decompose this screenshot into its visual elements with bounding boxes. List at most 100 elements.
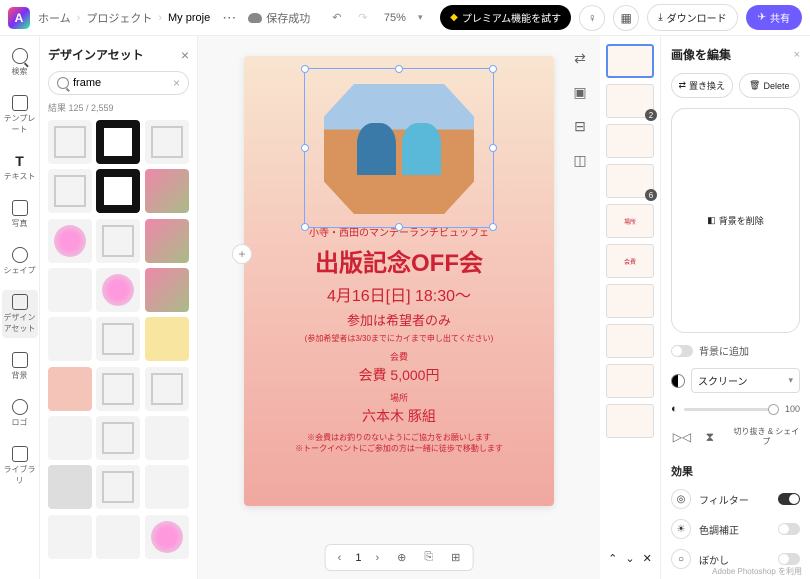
asset-item[interactable] [96,120,140,164]
resize-handle[interactable] [301,144,309,152]
footer-text[interactable]: ※会費はお釣りのないようにご協力をお願いします※トークイベントにご参加の方は一緒… [259,432,539,454]
flip-h-button[interactable]: ▷◁ [671,425,693,449]
addbg-toggle[interactable] [671,345,693,357]
thumb-10[interactable] [606,404,654,438]
asset-item[interactable] [145,515,189,559]
asset-item[interactable] [145,169,189,213]
title-text[interactable]: 出版記念OFF会 [259,243,539,278]
filter-toggle[interactable] [778,493,800,505]
thumb-5[interactable]: 場所 [606,204,654,238]
thumb-1[interactable] [606,44,654,78]
resize-handle[interactable] [489,65,497,73]
resize-handle[interactable] [489,144,497,152]
canvas-area[interactable]: + 小寺・西田のマンデーランチビュッフェ 出版記念OFF会 4月16日[日] 1… [198,36,600,579]
place-text[interactable]: 六本木 豚組 [259,406,539,426]
asset-item[interactable] [145,120,189,164]
asset-item[interactable] [96,515,140,559]
search-input[interactable] [73,77,169,89]
more-menu[interactable]: ⋯ [218,9,240,26]
asset-item[interactable] [48,367,92,411]
opacity-slider[interactable] [684,408,779,411]
resize-handle[interactable] [395,65,403,73]
rail-photo[interactable]: 写真 [0,196,39,233]
remove-bg-button[interactable]: ◧背景を削除 [671,108,800,333]
clear-search[interactable]: × [173,76,180,90]
fee-text[interactable]: 会費 5,000円 [259,365,539,385]
asset-item[interactable] [96,268,140,312]
crop-tool[interactable]: ▣ [568,80,592,104]
resize-handle[interactable] [395,223,403,231]
rail-template[interactable]: テンプレート [0,91,39,139]
resize-handle[interactable] [301,65,309,73]
asset-item[interactable] [96,465,140,509]
crumb-home[interactable]: ホーム [38,10,71,26]
delete-button[interactable]: 🗑Delete [739,73,801,98]
rail-bg[interactable]: 背景 [0,348,39,385]
asset-item[interactable] [96,317,140,361]
asset-item[interactable] [48,268,92,312]
next-page[interactable]: › [371,550,383,566]
design-page[interactable]: + 小寺・西田のマンデーランチビュッフェ 出版記念OFF会 4月16日[日] 1… [244,56,554,506]
rail-search[interactable]: 検索 [0,44,39,81]
zoom-chevron-icon[interactable]: ▾ [418,12,423,23]
asset-item[interactable] [48,317,92,361]
app-logo[interactable]: A [8,7,30,29]
hero-photo[interactable] [324,84,474,214]
place-label[interactable]: 場所 [259,391,539,404]
asset-item[interactable] [48,120,92,164]
thumb-7[interactable] [606,284,654,318]
thumb-4[interactable]: 6 [606,164,654,198]
resize-handle[interactable] [301,223,309,231]
tone-toggle[interactable] [778,523,800,535]
resize-handle[interactable] [489,223,497,231]
add-page[interactable]: ⊕ [393,549,410,566]
asset-search[interactable]: × [48,71,189,95]
thumb-9[interactable] [606,364,654,398]
redo-button[interactable]: ↷ [354,9,372,27]
asset-item[interactable] [145,317,189,361]
thumb-2[interactable]: 2 [606,84,654,118]
asset-item[interactable] [96,219,140,263]
blend-mode-select[interactable]: スクリーン▾ [691,368,800,393]
calendar-button[interactable]: ▦ [613,5,639,31]
rail-logo[interactable]: ロゴ [0,395,39,432]
slider-knob[interactable] [768,404,779,415]
crumb-projects[interactable]: プロジェクト [86,10,152,26]
blur-toggle[interactable] [778,553,800,565]
zoom-level[interactable]: 75% [380,12,410,24]
duplicate-page[interactable]: ⎘ [420,549,437,566]
asset-item[interactable] [48,465,92,509]
rail-library[interactable]: ライブラリ [0,442,39,490]
thumb-3[interactable] [606,124,654,158]
thumb-down[interactable]: ⌄ [625,552,634,565]
asset-item[interactable] [48,515,92,559]
add-element-button[interactable]: + [232,244,252,264]
lock-tool[interactable]: ⊟ [568,114,592,138]
asset-item[interactable] [145,416,189,460]
premium-button[interactable]: ◆プレミアム機能を試す [440,5,571,30]
undo-button[interactable]: ↶ [328,9,346,27]
panel-close[interactable]: × [181,47,189,63]
thumb-8[interactable] [606,324,654,358]
rail-asset[interactable]: デザインアセット [2,290,38,338]
download-button[interactable]: ⤓ダウンロード [647,4,737,31]
thumb-close[interactable]: ✕ [643,552,652,565]
asset-item[interactable] [96,367,140,411]
asset-item[interactable] [145,268,189,312]
help-button[interactable]: ♀ [579,5,605,31]
asset-item[interactable] [145,219,189,263]
thumb-6[interactable]: 会費 [606,244,654,278]
asset-item[interactable] [48,416,92,460]
participation-text[interactable]: 参加は希望者のみ [259,310,539,329]
replace-button[interactable]: ⇄置き換え [671,73,733,98]
rail-text[interactable]: Tテキスト [0,149,39,186]
crop-shape-button[interactable]: 切り抜き & シェイプ [733,427,800,446]
share-button[interactable]: ✈共有 [746,5,802,30]
rail-shape[interactable]: シェイプ [0,243,39,280]
asset-item[interactable] [48,219,92,263]
date-text[interactable]: 4月16日[日] 18:30～ [259,282,539,306]
crumb-current[interactable]: My proje [168,12,210,24]
asset-item[interactable] [48,169,92,213]
asset-item[interactable] [145,465,189,509]
asset-item[interactable] [96,416,140,460]
